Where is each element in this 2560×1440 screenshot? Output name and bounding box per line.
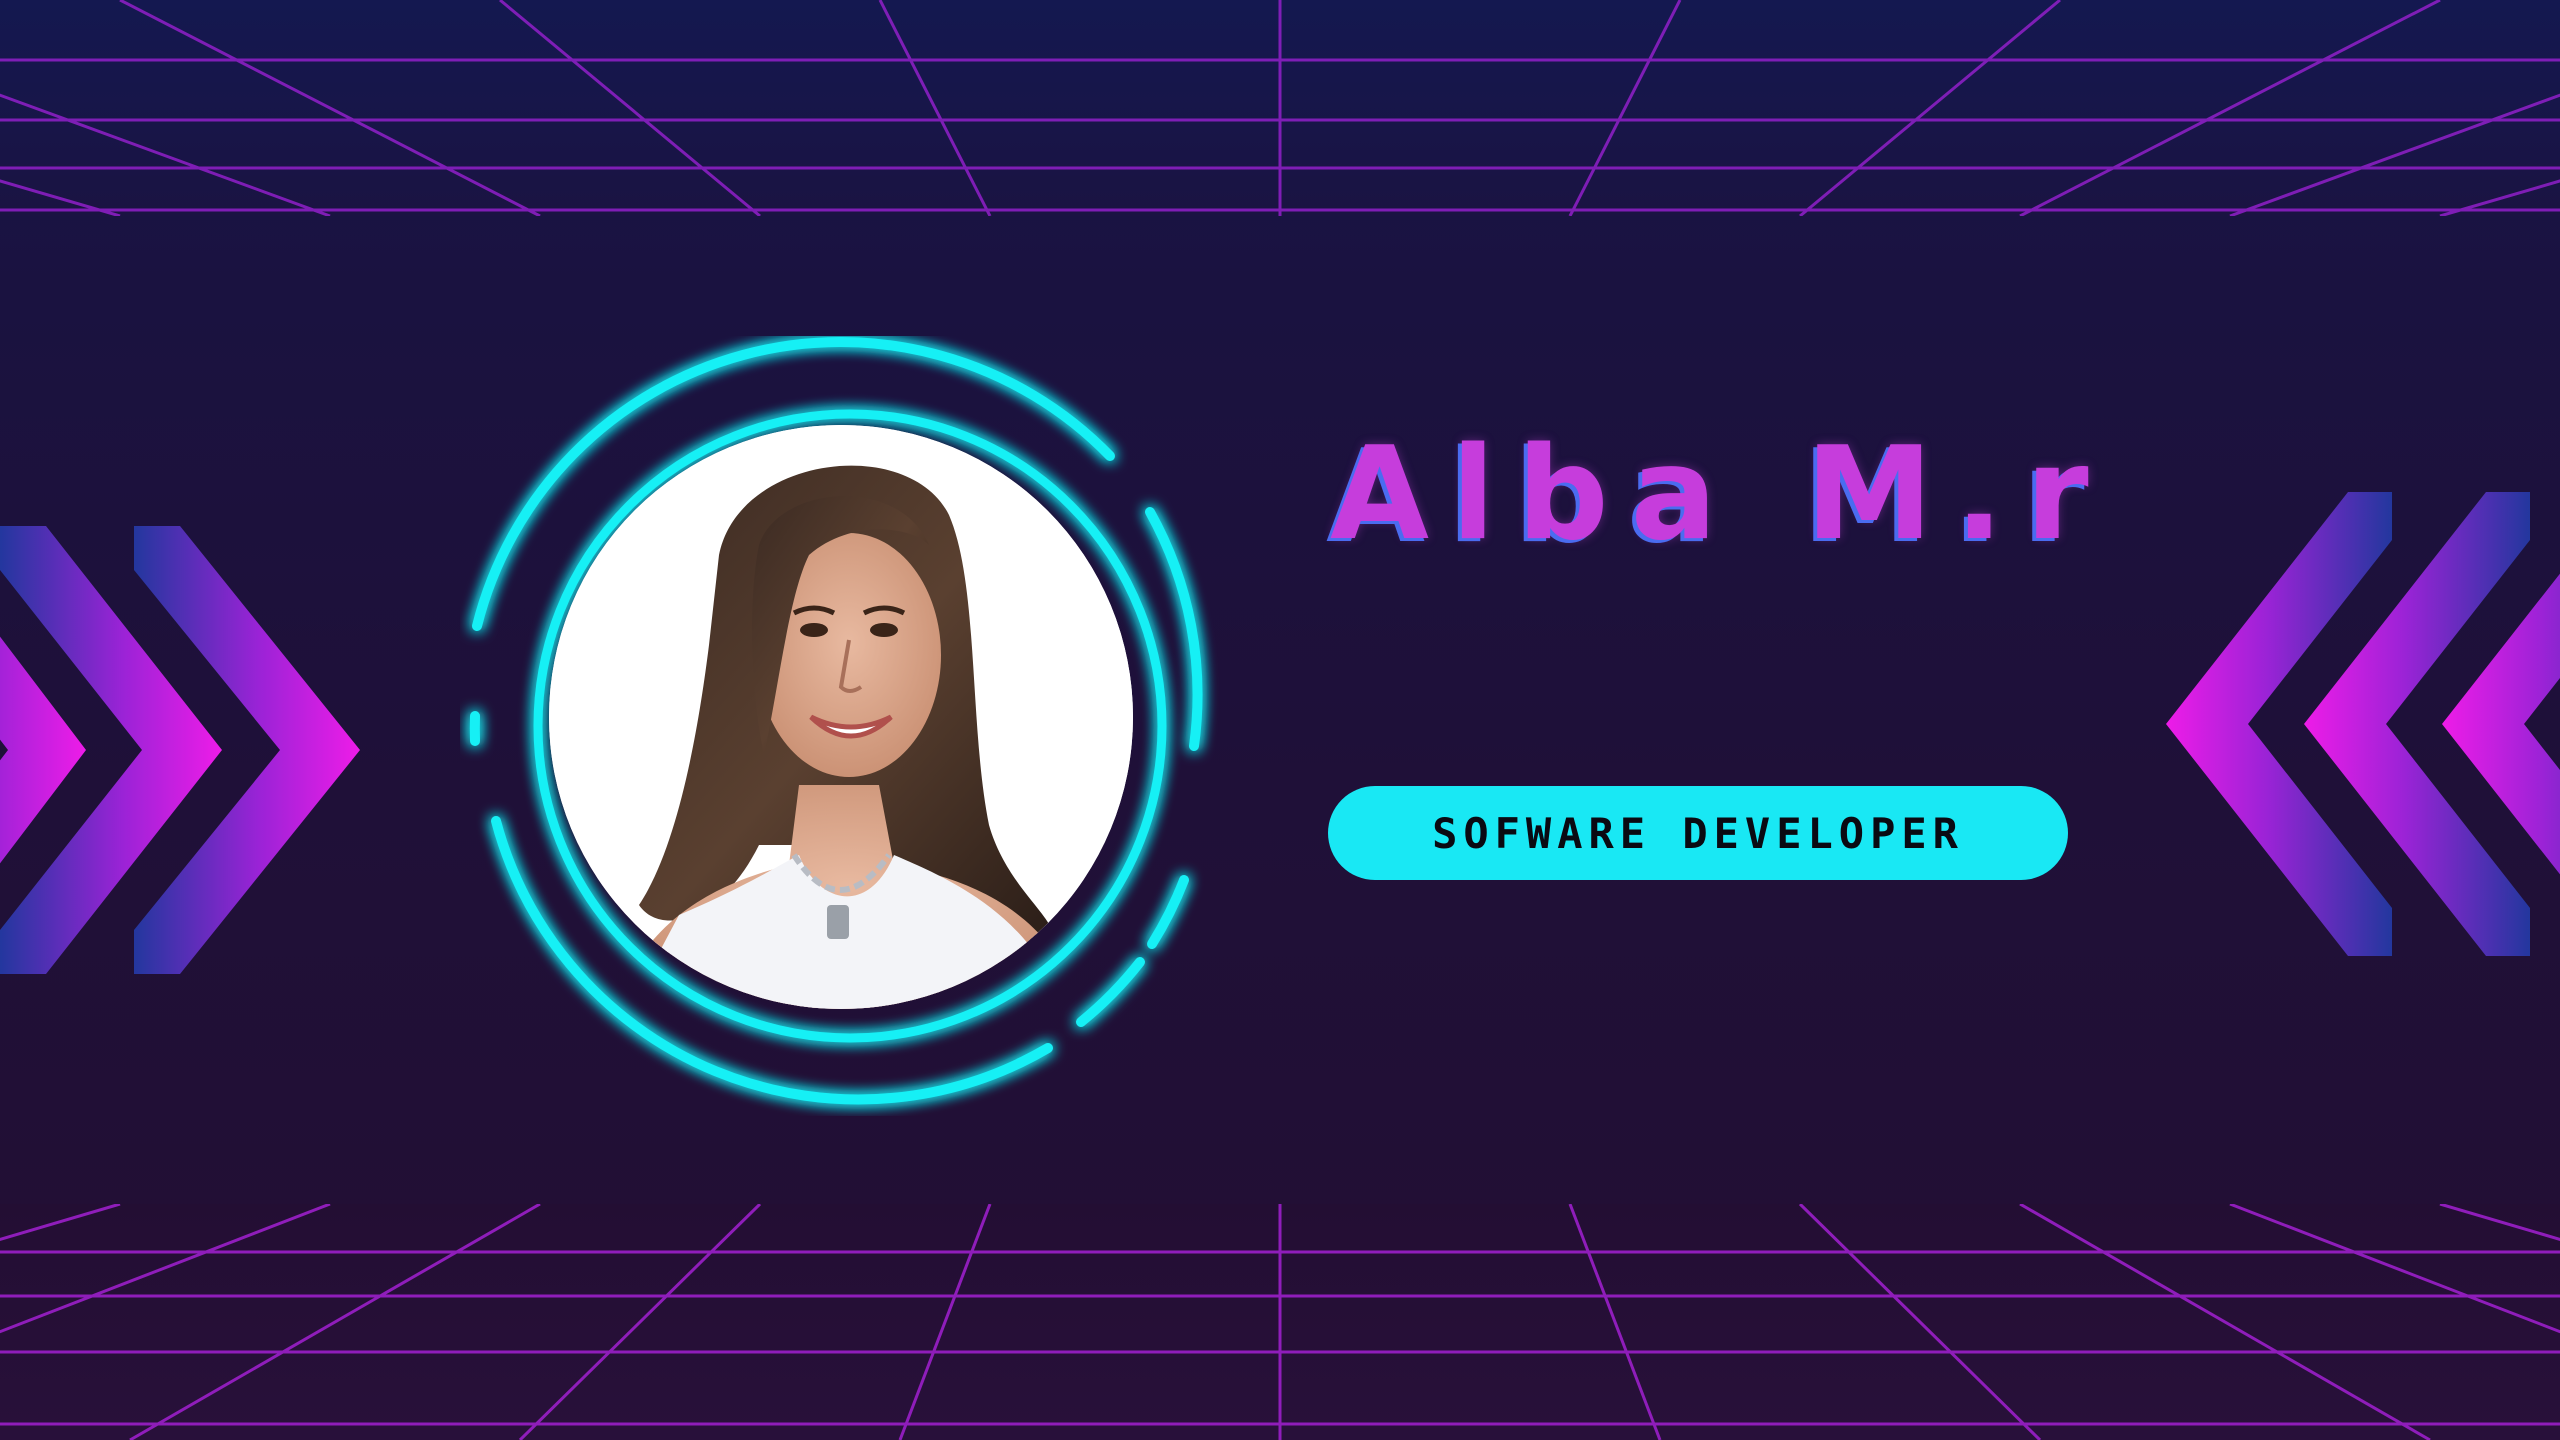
chevrons-left-icon bbox=[2166, 492, 2560, 956]
chevrons-right-icon bbox=[0, 526, 360, 974]
role-badge: SOFWARE DEVELOPER bbox=[1328, 786, 2068, 880]
role-label: SOFWARE DEVELOPER bbox=[1432, 808, 1964, 858]
profile-name: Alba M.r bbox=[1330, 420, 2111, 569]
avatar bbox=[549, 425, 1133, 1009]
profile-banner: Alba M.r SOFWARE DEVELOPER bbox=[0, 0, 2560, 1440]
profile-photo bbox=[549, 425, 1133, 1009]
chevron-decorations bbox=[0, 492, 2560, 974]
